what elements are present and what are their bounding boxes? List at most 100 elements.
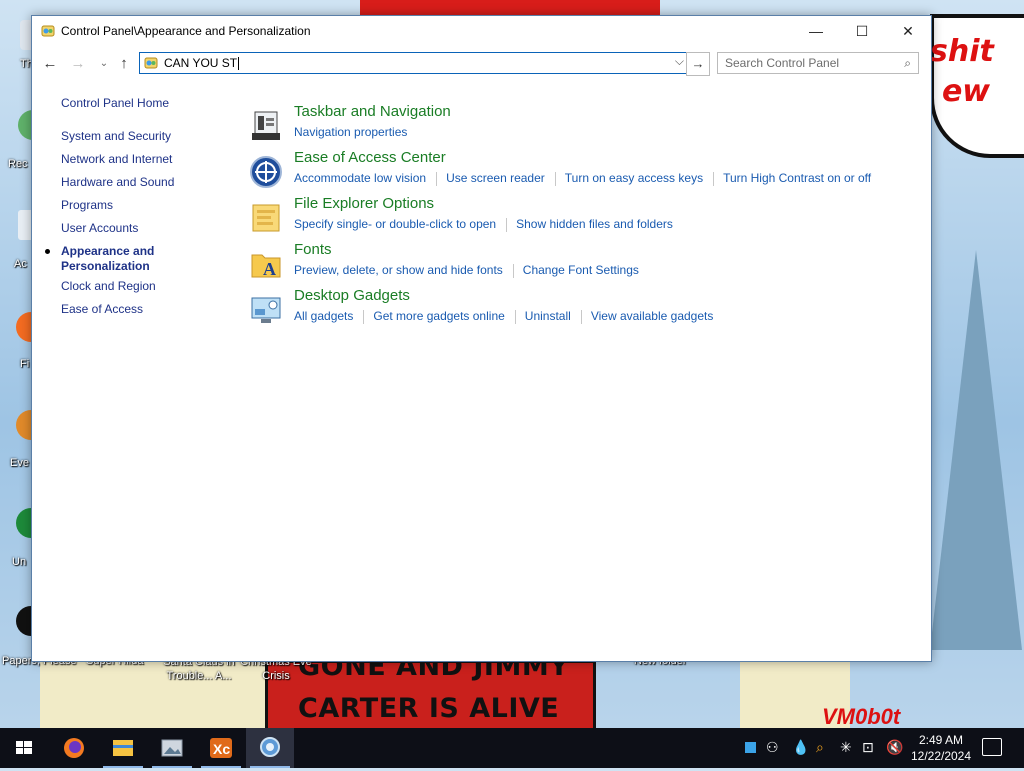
clock-time: 2:49 AM xyxy=(918,733,964,747)
wallpaper-tree xyxy=(930,250,1022,650)
address-bar[interactable]: CAN YOU ST ⌵ xyxy=(139,52,687,74)
link-get-more-gadgets[interactable]: Get more gadgets online xyxy=(373,309,504,323)
control-panel-icon xyxy=(144,57,158,69)
link-accommodate-low-vision[interactable]: Accommodate low vision xyxy=(294,171,426,185)
desktop-icon-label: Un xyxy=(12,556,27,568)
network-icon[interactable]: ⊡ xyxy=(862,739,874,756)
link-navigation-properties[interactable]: Navigation properties xyxy=(294,125,407,139)
start-button[interactable] xyxy=(0,728,48,768)
link-separator xyxy=(363,309,365,324)
link-single-or-double-click[interactable]: Specify single- or double-click to open xyxy=(294,217,496,231)
nav-control-panel-home[interactable]: Control Panel Home xyxy=(61,96,169,110)
link-all-gadgets[interactable]: All gadgets xyxy=(294,309,353,323)
nav-user-accounts[interactable]: User Accounts xyxy=(61,221,138,235)
link-use-screen-reader[interactable]: Use screen reader xyxy=(446,171,545,185)
back-arrow-icon[interactable]: ← xyxy=(40,54,60,74)
tray-search-icon[interactable]: ⌕ xyxy=(816,739,824,756)
go-arrow-icon[interactable]: → xyxy=(686,52,710,76)
nav-appearance-and-personalization: Appearance and Personalization xyxy=(45,244,171,274)
category-desktop-gadgets: Desktop Gadgets All gadgets Get more gadg… xyxy=(247,287,907,331)
title-bar[interactable]: Control Panel\Appearance and Personaliza… xyxy=(32,16,931,47)
taskbar-file-explorer[interactable] xyxy=(99,728,147,768)
chevron-down-icon[interactable]: ⌵ xyxy=(675,54,684,69)
category-links: Navigation properties xyxy=(294,125,407,139)
wallpaper-speech-text: shit ew xyxy=(930,34,994,109)
taskbar-icon xyxy=(252,111,280,140)
link-separator xyxy=(554,171,556,186)
minimize-button[interactable]: — xyxy=(793,16,839,47)
control-panel-window: Control Panel\Appearance and Personaliza… xyxy=(31,15,932,662)
nav-network-and-internet[interactable]: Network and Internet xyxy=(61,152,172,166)
file-explorer-icon xyxy=(113,740,133,756)
taskbar-firefox[interactable] xyxy=(50,728,98,768)
action-center-icon[interactable] xyxy=(982,738,1002,756)
search-icon[interactable]: ⌕ xyxy=(904,56,911,71)
link-show-hidden-files[interactable]: Show hidden files and folders xyxy=(516,217,673,231)
category-links: Accommodate low vision Use screen reader T… xyxy=(294,171,871,186)
link-easy-access-keys[interactable]: Turn on easy access keys xyxy=(565,171,703,185)
category-links: Preview, delete, or show and hide fonts C… xyxy=(294,263,639,278)
windows-logo-icon xyxy=(16,741,32,754)
desktop-icon-label: Eve xyxy=(10,457,29,469)
link-change-font-settings[interactable]: Change Font Settings xyxy=(523,263,639,277)
control-panel-icon xyxy=(41,25,55,37)
svg-text:A: A xyxy=(263,259,276,279)
taskbar-control-panel[interactable] xyxy=(246,728,294,768)
nav-current-label: Appearance and Personalization xyxy=(61,244,155,273)
nav-programs[interactable]: Programs xyxy=(61,198,113,212)
link-uninstall[interactable]: Uninstall xyxy=(525,309,571,323)
link-separator xyxy=(580,309,582,324)
link-preview-fonts[interactable]: Preview, delete, or show and hide fonts xyxy=(294,263,503,277)
tray-people-icon[interactable]: ⚇ xyxy=(766,739,779,756)
gadgets-icon xyxy=(251,297,281,323)
up-arrow-icon[interactable]: ↑ xyxy=(114,54,134,74)
category-title[interactable]: Desktop Gadgets xyxy=(294,287,410,304)
text-caret xyxy=(238,57,240,71)
wallpaper-text-line-2: CARTER IS ALIVE xyxy=(298,693,560,724)
recent-locations-chevron-icon[interactable]: ⌄ xyxy=(94,54,114,74)
category-title[interactable]: Ease of Access Center xyxy=(294,149,446,166)
tray-drop-icon[interactable]: 💧 xyxy=(792,739,809,756)
nav-ease-of-access[interactable]: Ease of Access xyxy=(61,302,143,316)
taskbar-xc-app[interactable]: Xc xyxy=(197,728,245,768)
volume-muted-icon[interactable]: 🔇 xyxy=(886,739,903,756)
taskbar-photos[interactable] xyxy=(148,728,196,768)
forward-arrow-icon[interactable]: → xyxy=(68,54,88,74)
current-item-bullet xyxy=(45,249,50,254)
tray-app-icon[interactable] xyxy=(745,742,756,753)
close-button[interactable]: ✕ xyxy=(885,16,931,47)
xc-app-icon: Xc xyxy=(210,738,232,758)
address-input[interactable]: CAN YOU ST xyxy=(164,56,240,71)
svg-text:Xc: Xc xyxy=(213,741,230,757)
link-separator xyxy=(514,309,516,324)
clock-date: 12/22/2024 xyxy=(910,749,972,763)
link-separator xyxy=(436,171,438,186)
ease-of-access-icon xyxy=(250,156,282,188)
category-taskbar-and-navigation: Taskbar and Navigation Navigation proper… xyxy=(247,103,907,147)
nav-clock-and-region[interactable]: Clock and Region xyxy=(61,279,156,293)
search-box[interactable]: Search Control Panel ⌕ xyxy=(717,52,919,74)
category-title[interactable]: Fonts xyxy=(294,241,332,258)
tray-network-sparkle-icon[interactable]: ✳ xyxy=(840,739,852,756)
category-title[interactable]: Taskbar and Navigation xyxy=(294,103,451,120)
fonts-folder-icon: A xyxy=(251,254,281,279)
nav-hardware-and-sound[interactable]: Hardware and Sound xyxy=(61,175,174,189)
nav-system-and-security[interactable]: System and Security xyxy=(61,129,171,143)
maximize-button[interactable]: ☐ xyxy=(839,16,885,47)
link-view-available-gadgets[interactable]: View available gadgets xyxy=(591,309,714,323)
search-input[interactable]: Search Control Panel xyxy=(725,56,839,70)
taskbar: Xc ⚇ 💧 ⌕ ✳ ⊡ 🔇 2:49 AM 12/22/2024 xyxy=(0,728,1024,768)
category-links: All gadgets Get more gadgets online Uninst… xyxy=(294,309,713,324)
photos-icon xyxy=(161,739,183,757)
clock[interactable]: 2:49 AM 12/22/2024 xyxy=(906,732,976,764)
link-high-contrast[interactable]: Turn High Contrast on or off xyxy=(723,171,871,185)
link-separator xyxy=(512,263,514,278)
category-title[interactable]: File Explorer Options xyxy=(294,195,434,212)
link-separator xyxy=(713,171,715,186)
link-separator xyxy=(506,217,508,232)
category-fonts: A Fonts Preview, delete, or show and hid… xyxy=(247,241,907,285)
navigation-bar: ← → ⌄ ↑ CAN YOU ST ⌵ → Search Control Pa… xyxy=(32,50,931,78)
folder-options-icon xyxy=(252,204,280,232)
desktop-icon-label: Rec xyxy=(8,158,28,170)
desktop-icon-label: Ac xyxy=(14,258,27,270)
